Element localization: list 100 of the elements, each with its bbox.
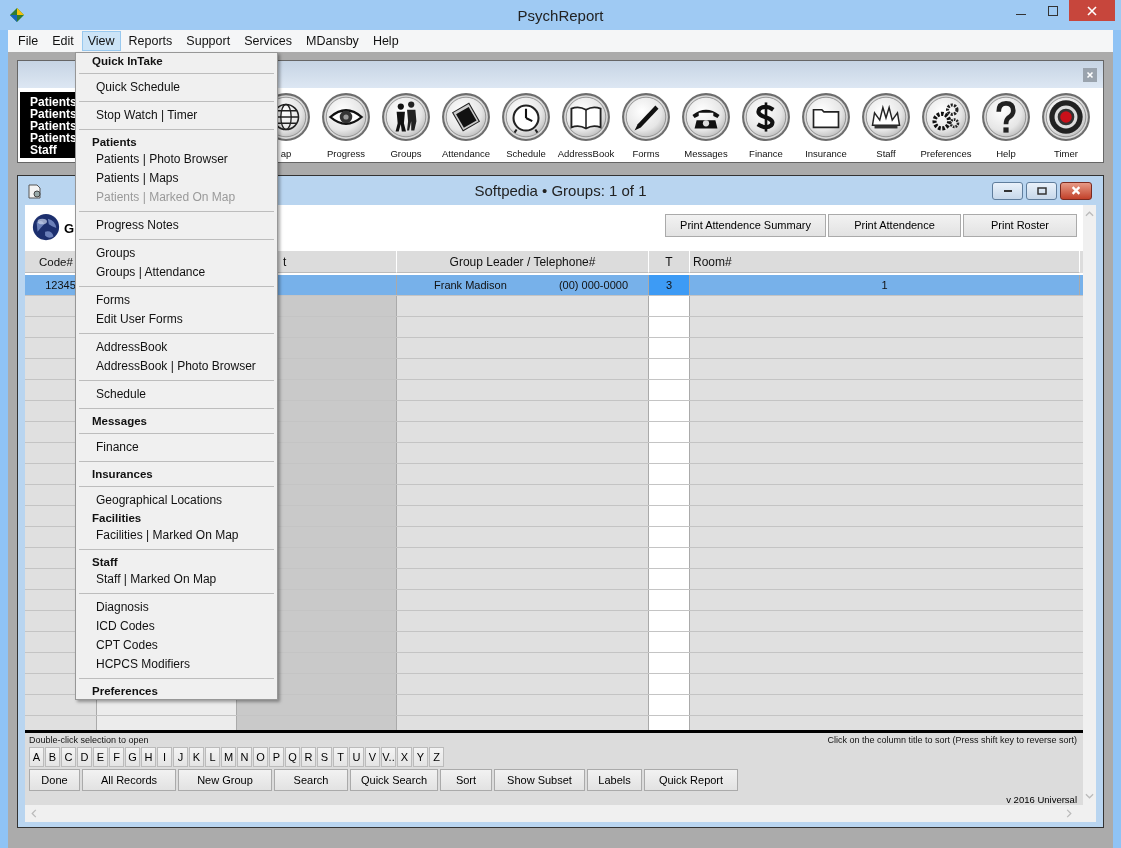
empty-row[interactable] [25, 695, 1083, 716]
letter-button[interactable]: T [333, 747, 348, 767]
letter-button[interactable]: S [317, 747, 332, 767]
letter-button[interactable]: B [45, 747, 60, 767]
close-icon[interactable] [1083, 67, 1097, 82]
maximize-button[interactable] [1026, 181, 1057, 200]
menu-item[interactable]: Reports [122, 31, 179, 51]
menu-item[interactable]: Patients | Photo Browser [76, 150, 277, 169]
action-button[interactable]: New Group [178, 769, 272, 791]
letter-button[interactable]: U [349, 747, 364, 767]
letter-button[interactable]: F [109, 747, 124, 767]
action-button[interactable]: Quick Search [350, 769, 438, 791]
letter-button[interactable]: E [93, 747, 108, 767]
letter-button[interactable]: L [205, 747, 220, 767]
letter-button[interactable]: O [253, 747, 268, 767]
menu-item[interactable]: HCPCS Modifiers [76, 655, 277, 674]
record-icon[interactable] [1041, 91, 1091, 142]
horizontal-scrollbar[interactable] [25, 805, 1096, 822]
letter-button[interactable]: K [189, 747, 204, 767]
close-button[interactable] [1060, 181, 1092, 200]
action-button[interactable]: Done [29, 769, 80, 791]
action-button[interactable]: All Records [82, 769, 176, 791]
menu-item[interactable]: Facilities | Marked On Map [76, 526, 277, 545]
letter-button[interactable]: V.. [381, 747, 396, 767]
menu-heading[interactable]: Facilities [76, 510, 277, 526]
letter-button[interactable]: Y [413, 747, 428, 767]
gears-icon[interactable] [921, 91, 971, 142]
menu-item[interactable]: Staff | Marked On Map [76, 570, 277, 589]
letter-button[interactable]: Q [285, 747, 300, 767]
print-button[interactable]: Print Roster [963, 213, 1077, 237]
letter-button[interactable]: G [125, 747, 140, 767]
quick-list-item[interactable]: Staff [30, 144, 75, 156]
menu-item[interactable]: File [12, 31, 45, 51]
letter-button[interactable]: R [301, 747, 316, 767]
menu-item[interactable]: Progress Notes [76, 216, 277, 235]
letter-button[interactable]: M [221, 747, 236, 767]
action-button[interactable]: Quick Report [644, 769, 738, 791]
minimize-button[interactable] [992, 181, 1023, 200]
print-button[interactable]: Print Attendence [828, 213, 961, 237]
menu-heading[interactable]: Patients [76, 134, 277, 150]
menu-heading[interactable]: Insurances [76, 466, 277, 482]
action-button[interactable]: Sort [440, 769, 492, 791]
menu-item[interactable]: Geographical Locations [76, 491, 277, 510]
menu-item[interactable]: Stop Watch | Timer [76, 106, 277, 125]
folder-icon[interactable] [801, 91, 851, 142]
menu-item[interactable]: Services [238, 31, 299, 51]
menu-item[interactable]: CPT Codes [76, 636, 277, 655]
quick-list-item[interactable]: Patients [30, 96, 75, 108]
clock-icon[interactable] [501, 91, 551, 142]
quick-list-item[interactable]: Patients [30, 132, 75, 144]
menu-item[interactable]: Finance [76, 438, 277, 457]
quick-list-item[interactable]: Patients [30, 108, 75, 120]
menu-heading[interactable]: Quick InTake [76, 53, 277, 69]
letter-button[interactable]: N [237, 747, 252, 767]
chevron-up-icon[interactable] [1085, 211, 1094, 217]
menu-item[interactable]: AddressBook | Photo Browser [76, 357, 277, 376]
menu-item[interactable]: MDansby [300, 31, 365, 51]
phone-icon[interactable] [681, 91, 731, 142]
book-icon[interactable] [561, 91, 611, 142]
dollar-icon[interactable] [741, 91, 791, 142]
letter-button[interactable]: H [141, 747, 156, 767]
help-icon[interactable] [981, 91, 1031, 142]
column-header[interactable]: Group Leader / Telephone# [397, 251, 649, 273]
action-button[interactable]: Search [274, 769, 348, 791]
menu-item[interactable]: View [81, 31, 121, 51]
letter-button[interactable]: C [61, 747, 76, 767]
menu-item[interactable]: AddressBook [76, 338, 277, 357]
vertical-scrollbar[interactable] [1083, 205, 1096, 805]
menu-heading[interactable]: Preferences [76, 683, 277, 699]
letter-button[interactable]: Z [429, 747, 444, 767]
print-button[interactable]: Print Attendence Summary [665, 213, 826, 237]
menu-item[interactable]: Schedule [76, 385, 277, 404]
letter-button[interactable]: I [157, 747, 172, 767]
chevron-right-icon[interactable] [1066, 809, 1072, 818]
action-button[interactable]: Show Subset [494, 769, 585, 791]
column-header[interactable]: Room# [690, 251, 1080, 273]
menu-item[interactable]: Edit User Forms [76, 310, 277, 329]
letter-button[interactable]: A [29, 747, 44, 767]
menu-item[interactable]: Help [366, 31, 405, 51]
menu-heading[interactable]: Messages [76, 413, 277, 429]
menu-heading[interactable]: Staff [76, 554, 277, 570]
letter-button[interactable]: P [269, 747, 284, 767]
menu-item[interactable]: Diagnosis [76, 598, 277, 617]
letter-button[interactable]: V [365, 747, 380, 767]
letter-button[interactable]: J [173, 747, 188, 767]
pen-icon[interactable] [621, 91, 671, 142]
letter-button[interactable]: X [397, 747, 412, 767]
menu-item[interactable]: ICD Codes [76, 617, 277, 636]
menu-item[interactable]: Quick Schedule [76, 78, 277, 97]
chevron-down-icon[interactable] [1085, 793, 1094, 799]
clipboard-icon[interactable] [441, 91, 491, 142]
chevron-left-icon[interactable] [31, 809, 37, 818]
eye-icon[interactable] [321, 91, 371, 142]
menu-item[interactable]: Edit [46, 31, 80, 51]
column-header[interactable]: T [649, 251, 690, 273]
menu-item[interactable]: Patients | Maps [76, 169, 277, 188]
people-icon[interactable] [381, 91, 431, 142]
letter-button[interactable]: D [77, 747, 92, 767]
crown-icon[interactable] [861, 91, 911, 142]
quick-list-item[interactable]: Patients [30, 120, 75, 132]
